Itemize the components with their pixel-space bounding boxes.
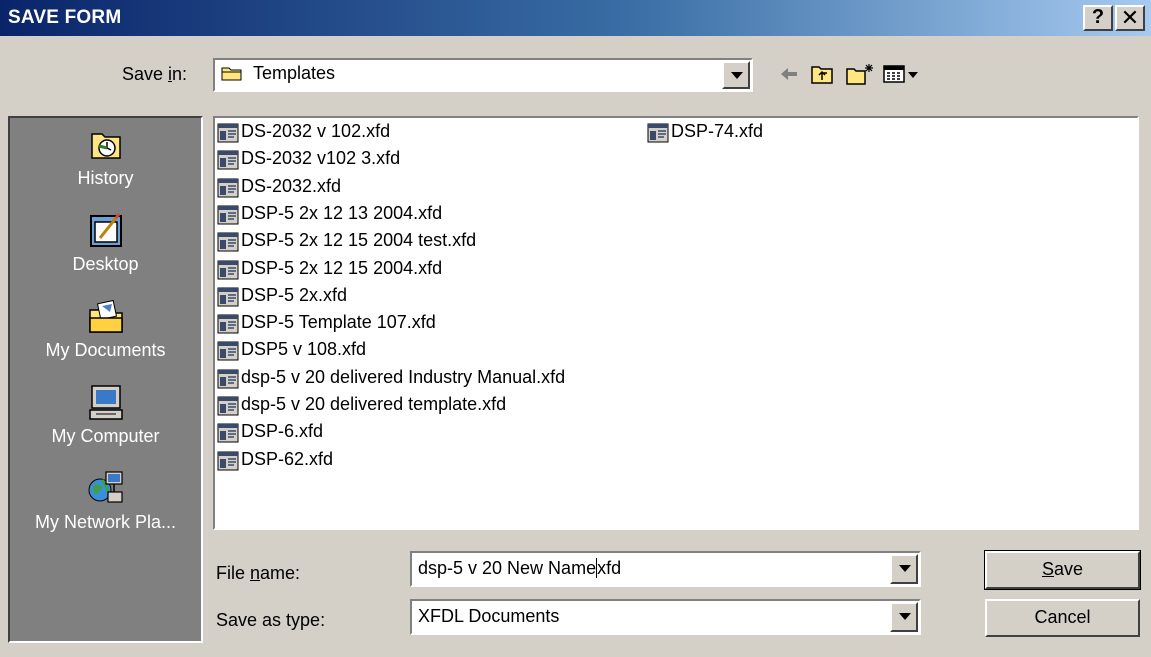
xfd-file-icon	[647, 123, 669, 143]
file-item-name: DSP-74.xfd	[671, 121, 764, 141]
save-button[interactable]: Save	[984, 550, 1141, 590]
xfd-file-icon	[217, 205, 239, 225]
file-item-name: DSP-5 2x 12 13 2004.xfd	[241, 202, 443, 223]
save-in-value: Templates	[253, 63, 336, 83]
xfd-file-icon	[217, 150, 239, 170]
save-in-dropdown[interactable]: Templates	[213, 58, 753, 92]
file-item-name: DSP-5 2x 12 15 2004 test.xfd	[241, 230, 477, 251]
file-item-name: dsp-5 v 20 delivered Industry Manual.xfd	[241, 366, 566, 387]
file-name-value-before-caret: dsp-5 v 20 New Name	[418, 558, 597, 578]
save-in-label: Save in:	[122, 64, 188, 84]
file-item-name: DSP5 v 108.xfd	[241, 339, 367, 360]
file-item-name: dsp-5 v 20 delivered template.xfd	[241, 394, 507, 414]
chevron-down-icon[interactable]	[890, 602, 918, 632]
close-button[interactable]: ✕	[1115, 5, 1145, 31]
places-my-network-places[interactable]: My Network Pla...	[10, 468, 201, 533]
file-name-value-after-caret: xfd	[597, 558, 622, 578]
xfd-file-icon	[217, 232, 239, 252]
file-item-name: DS-2032.xfd	[241, 175, 342, 196]
file-item-name: DS-2032 v102 3.xfd	[241, 148, 401, 169]
title-bar: SAVE FORM ? ✕	[0, 0, 1151, 36]
places-label: My Network Pla...	[34, 512, 177, 532]
places-bar: History Desktop My Documents My Computer	[8, 116, 203, 643]
xfd-file-icon	[217, 423, 239, 443]
cancel-button[interactable]: Cancel	[985, 599, 1140, 637]
places-label: History	[77, 168, 134, 188]
history-icon	[90, 133, 121, 159]
xfd-file-icon	[217, 451, 239, 471]
places-my-computer[interactable]: My Computer	[10, 382, 201, 447]
file-item-name: DS-2032 v 102.xfd	[241, 121, 391, 141]
file-item-name: DSP-5 2x.xfd	[241, 284, 348, 305]
window-title: SAVE FORM	[8, 7, 122, 28]
folder-icon	[221, 67, 242, 81]
file-name-label: File name:	[216, 563, 301, 583]
xfd-file-icon	[217, 314, 239, 334]
xfd-file-icon	[217, 260, 239, 279]
xfd-file-icon	[217, 341, 239, 361]
save-as-type-label: Save as type:	[216, 610, 326, 630]
chevron-down-icon[interactable]	[722, 61, 750, 89]
back-arrow-icon[interactable]	[778, 62, 800, 86]
chevron-down-icon[interactable]	[890, 554, 918, 584]
places-desktop[interactable]: Desktop	[10, 210, 201, 275]
file-item-name: DSP-5 2x 12 15 2004.xfd	[241, 257, 443, 278]
save-as-type-dropdown[interactable]: XFDL Documents	[410, 599, 921, 635]
places-label: My Documents	[45, 340, 166, 360]
xfd-file-icon	[217, 178, 239, 198]
file-item-name: DSP-6.xfd	[241, 421, 324, 442]
file-item-name: DSP-62.xfd	[241, 448, 334, 469]
file-list[interactable]: DS-2032 v 102.xfd DS-2032 v102 3.xfd DS-20…	[213, 116, 1139, 530]
file-name-input[interactable]: dsp-5 v 20 New Namexfd	[410, 551, 921, 587]
my-documents-icon	[88, 299, 123, 333]
places-history[interactable]: History	[10, 124, 201, 189]
xfd-file-icon	[217, 123, 239, 143]
my-computer-icon	[88, 385, 123, 420]
new-folder-icon[interactable]	[845, 62, 875, 86]
xfd-file-icon	[217, 369, 239, 389]
places-my-documents[interactable]: My Documents	[10, 296, 201, 361]
places-label: My Computer	[51, 426, 160, 446]
xfd-file-icon	[217, 287, 239, 307]
xfd-file-icon	[217, 396, 239, 416]
my-network-places-icon	[88, 471, 123, 503]
help-button[interactable]: ?	[1083, 5, 1113, 31]
save-as-type-value: XFDL Documents	[418, 606, 560, 626]
desktop-icon	[89, 213, 122, 247]
places-label: Desktop	[72, 254, 139, 274]
file-item-name: DSP-5 Template 107.xfd	[241, 312, 436, 333]
up-one-level-icon[interactable]	[810, 62, 834, 86]
view-menu-icon[interactable]	[882, 62, 922, 86]
